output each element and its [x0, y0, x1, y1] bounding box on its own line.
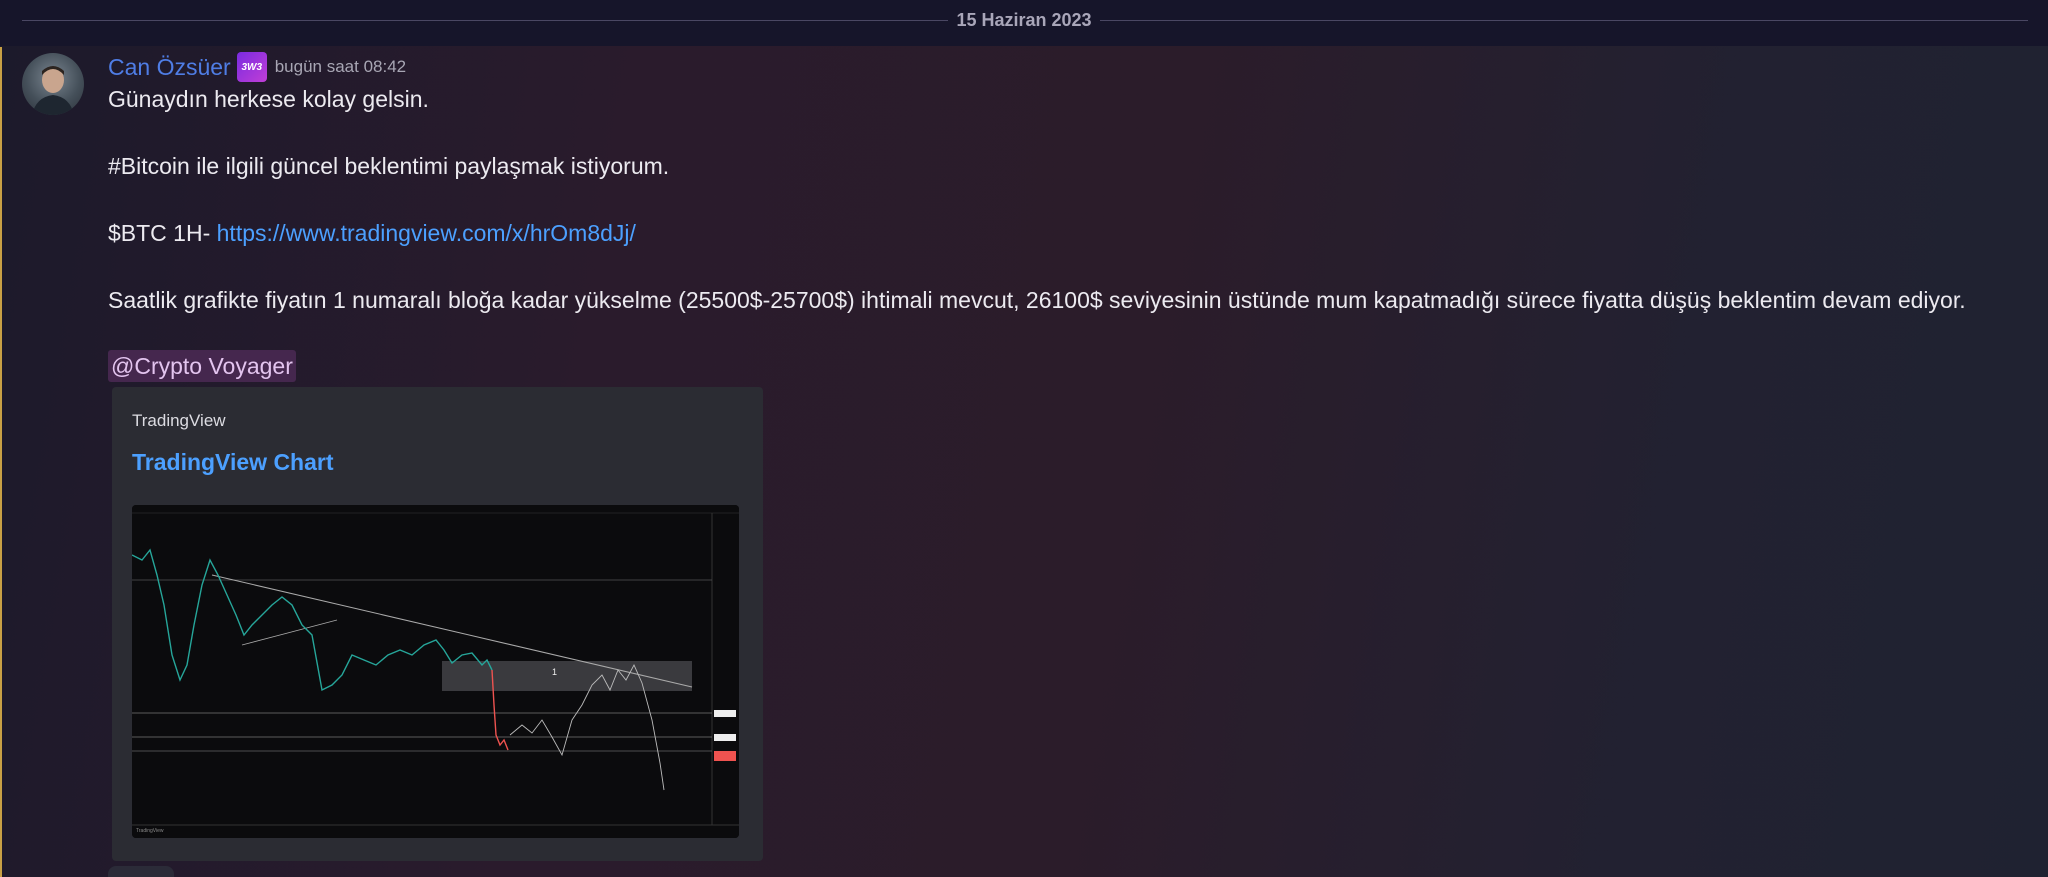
user-mention[interactable]: @Crypto Voyager — [108, 350, 296, 382]
svg-text:1: 1 — [552, 667, 557, 677]
message-line-intro: #Bitcoin ile ilgili güncel beklentimi pa… — [108, 153, 670, 179]
message-link-prefix: $BTC 1H- — [108, 220, 217, 246]
message-line-analysis: Saatlik grafikte fiyatın 1 numaralı bloğ… — [108, 287, 1966, 313]
reaction-button[interactable] — [108, 866, 174, 877]
server-tag-badge[interactable]: 3W3 — [236, 52, 267, 82]
message-header: Can Özsüer 3W3 bugün saat 08:42 — [108, 52, 406, 82]
date-divider-text: 15 Haziran 2023 — [948, 10, 1100, 30]
message-line-greeting: Günaydın herkese kolay gelsin. — [108, 86, 429, 112]
embed-chart-image[interactable]: 1 TradingView — [132, 505, 739, 838]
date-divider: 15 Haziran 2023 — [0, 0, 2048, 46]
author-name[interactable]: Can Özsüer — [108, 54, 231, 81]
message-line-link: $BTC 1H- https://www.tradingview.com/x/h… — [108, 220, 636, 247]
link-embed: TradingView TradingView Chart 1 TradingV… — [112, 387, 763, 861]
svg-text:TradingView: TradingView — [136, 828, 164, 834]
avatar[interactable] — [22, 53, 84, 115]
message-timestamp[interactable]: bugün saat 08:42 — [275, 57, 406, 77]
embed-title[interactable]: TradingView Chart — [132, 449, 334, 476]
embed-provider[interactable]: TradingView — [132, 411, 226, 431]
message-highlight-bar — [0, 47, 2, 877]
tradingview-link[interactable]: https://www.tradingview.com/x/hrOm8dJj/ — [217, 220, 636, 246]
